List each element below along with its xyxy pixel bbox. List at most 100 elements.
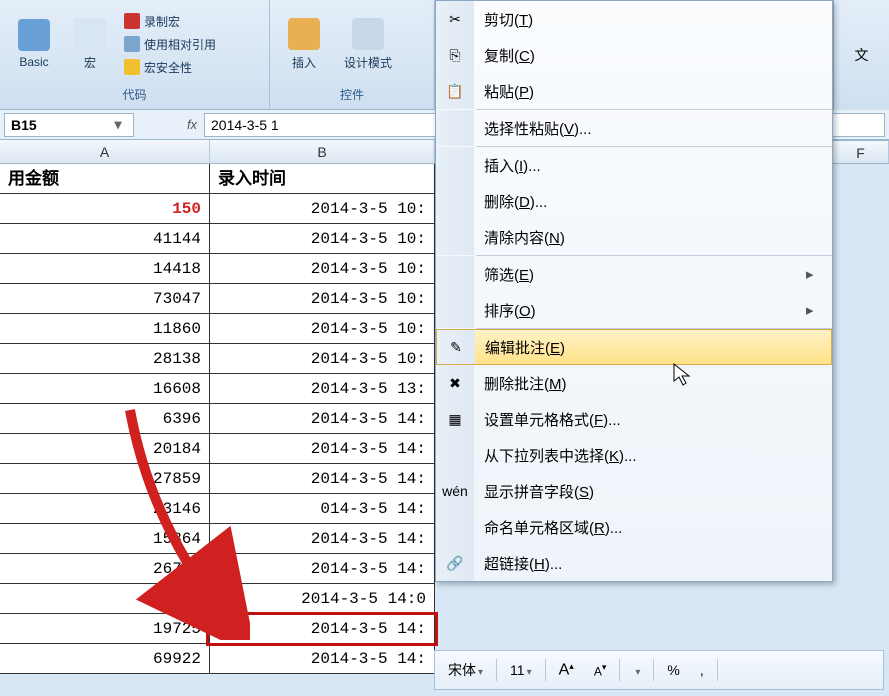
name-box[interactable]: B15 ▾ (4, 113, 134, 137)
cell-amount[interactable]: 20184 (0, 434, 210, 463)
menu-item[interactable]: ✖删除批注(M) (436, 365, 832, 401)
cell-time[interactable]: 2014-3-5 14: (210, 434, 435, 463)
cell-time[interactable]: 2014-3-5 10: (210, 254, 435, 283)
cell-time[interactable]: 2014-3-5 10: (210, 284, 435, 313)
menu-item[interactable]: ✎编辑批注(E) (436, 329, 832, 365)
table-row: 278592014-3-5 14: (0, 464, 435, 494)
cell-amount[interactable]: 41144 (0, 224, 210, 253)
macro-security-button[interactable]: 宏安全性 (120, 57, 220, 78)
cell-amount[interactable]: 11860 (0, 314, 210, 343)
cell-time[interactable]: 2014-3-5 14: (210, 464, 435, 493)
cell-time[interactable]: 2014-3-5 14: (210, 524, 435, 553)
cell-time[interactable]: 2014-3-5 10: (210, 194, 435, 223)
shrink-font-button[interactable]: A▾ (587, 659, 614, 682)
menu-item-label: 删除(D)... (474, 191, 806, 212)
visual-basic-label: Basic (19, 55, 48, 69)
col-header-f[interactable]: F (833, 141, 889, 163)
cell-time[interactable]: 2014-3-5 14: (210, 554, 435, 583)
table-row: 281382014-3-5 10: (0, 344, 435, 374)
edit-comment-icon: ✎ (437, 330, 475, 364)
menu-item[interactable]: ✂剪切(T) (436, 1, 832, 37)
format-painter-button[interactable]: ▾ (626, 659, 647, 681)
menu-icon-empty (436, 147, 474, 183)
fx-icon[interactable]: fx (180, 117, 204, 132)
name-box-dropdown-icon[interactable]: ▾ (109, 116, 127, 133)
col-header-a[interactable]: A (0, 140, 210, 163)
menu-item[interactable]: 删除(D)... (436, 183, 832, 219)
menu-item[interactable]: 🔗超链接(H)... (436, 545, 832, 581)
menu-item-label: 显示拼音字段(S) (474, 481, 806, 502)
header-cell-b[interactable]: 录入时间 (210, 164, 435, 193)
menu-item[interactable]: 插入(I)... (436, 147, 832, 183)
cell-amount[interactable]: 73047 (0, 284, 210, 313)
menu-icon-empty (436, 110, 474, 146)
record-macro-button[interactable]: 录制宏 (120, 11, 220, 32)
use-relative-button[interactable]: 使用相对引用 (120, 34, 220, 55)
cell-amount[interactable]: 14418 (0, 254, 210, 283)
cell-amount[interactable]: 15864 (0, 524, 210, 553)
insert-control-button[interactable]: 插入 (278, 14, 330, 75)
design-mode-button[interactable]: 设计模式 (334, 14, 402, 75)
cell-time[interactable]: 2014-3-5 10: (210, 314, 435, 343)
menu-item[interactable]: 清除内容(N) (436, 219, 832, 255)
ribbon-group-code: Basic 宏 录制宏 使用相对引用 宏安全性 (0, 0, 270, 109)
insert-label: 插入 (292, 54, 316, 71)
cell-amount[interactable]: 3548 (0, 584, 210, 613)
record-macro-label: 录制宏 (144, 13, 180, 30)
table-row: 35482014-3-5 14:0 (0, 584, 435, 614)
menu-icon-empty (436, 183, 474, 219)
shrink-font-icon: A (594, 664, 602, 678)
cell-time[interactable]: 2014-3-5 14: (210, 614, 435, 643)
menu-item[interactable]: 从下拉列表中选择(K)... (436, 437, 832, 473)
cell-amount[interactable]: 23146 (0, 494, 210, 523)
font-family-dropdown[interactable]: 宋体▾ (441, 657, 490, 683)
menu-item[interactable]: 排序(O)▸ (436, 292, 832, 328)
header-cell-a[interactable]: 用金额 (0, 164, 210, 193)
table-row: 730472014-3-5 10: (0, 284, 435, 314)
paste-icon: 📋 (436, 73, 474, 109)
menu-item[interactable]: ⎘复制(C) (436, 37, 832, 73)
cell-time[interactable]: 2014-3-5 14:0 (210, 584, 435, 613)
record-icon (124, 13, 140, 29)
macros-button[interactable]: 宏 (64, 14, 116, 75)
formula-value: 2014-3-5 1 (211, 117, 279, 133)
separator (545, 659, 546, 681)
font-size-dropdown[interactable]: 11▾ (503, 659, 539, 681)
menu-item[interactable]: 选择性粘贴(V)... (436, 110, 832, 146)
col-header-b[interactable]: B (210, 140, 435, 163)
menu-item[interactable]: 命名单元格区域(R)... (436, 509, 832, 545)
menu-item-label: 设置单元格格式(F)... (474, 409, 806, 430)
cell-time[interactable]: 014-3-5 14: (210, 494, 435, 523)
menu-item[interactable]: wén显示拼音字段(S) (436, 473, 832, 509)
scissors-icon: ✂ (436, 1, 474, 37)
menu-icon-empty (436, 292, 474, 328)
menu-item[interactable]: ▦设置单元格格式(F)... (436, 401, 832, 437)
cell-amount[interactable]: 19725 (0, 614, 210, 643)
percent-button[interactable]: % (660, 659, 686, 681)
comma-button[interactable]: , (693, 659, 711, 681)
cell-time[interactable]: 2014-3-5 10: (210, 224, 435, 253)
font-family-value: 宋体 (448, 662, 476, 678)
grow-font-button[interactable]: A▴ (552, 658, 581, 683)
menu-item[interactable]: 筛选(E)▸ (436, 256, 832, 292)
vb-icon (18, 19, 50, 51)
cell-amount[interactable]: 6396 (0, 404, 210, 433)
cell-amount[interactable]: 26758 (0, 554, 210, 583)
cell-time[interactable]: 2014-3-5 13: (210, 374, 435, 403)
menu-item-label: 超链接(H)... (474, 553, 806, 574)
brush-button[interactable] (724, 667, 738, 673)
cell-amount[interactable]: 27859 (0, 464, 210, 493)
cell-amount[interactable]: 28138 (0, 344, 210, 373)
cell-amount[interactable]: 16608 (0, 374, 210, 403)
cell-amount[interactable]: 69922 (0, 644, 210, 673)
visual-basic-button[interactable]: Basic (8, 15, 60, 73)
menu-item-label: 从下拉列表中选择(K)... (474, 445, 806, 466)
menu-item[interactable]: 📋粘贴(P) (436, 73, 832, 109)
cell-time[interactable]: 2014-3-5 10: (210, 344, 435, 373)
phonetic-icon: wén (436, 473, 474, 509)
cell-time[interactable]: 2014-3-5 14: (210, 404, 435, 433)
menu-item-label: 编辑批注(E) (475, 337, 805, 358)
cell-amount[interactable]: 150 (0, 194, 210, 223)
table-row: 411442014-3-5 10: (0, 224, 435, 254)
cell-time[interactable]: 2014-3-5 14: (210, 644, 435, 673)
